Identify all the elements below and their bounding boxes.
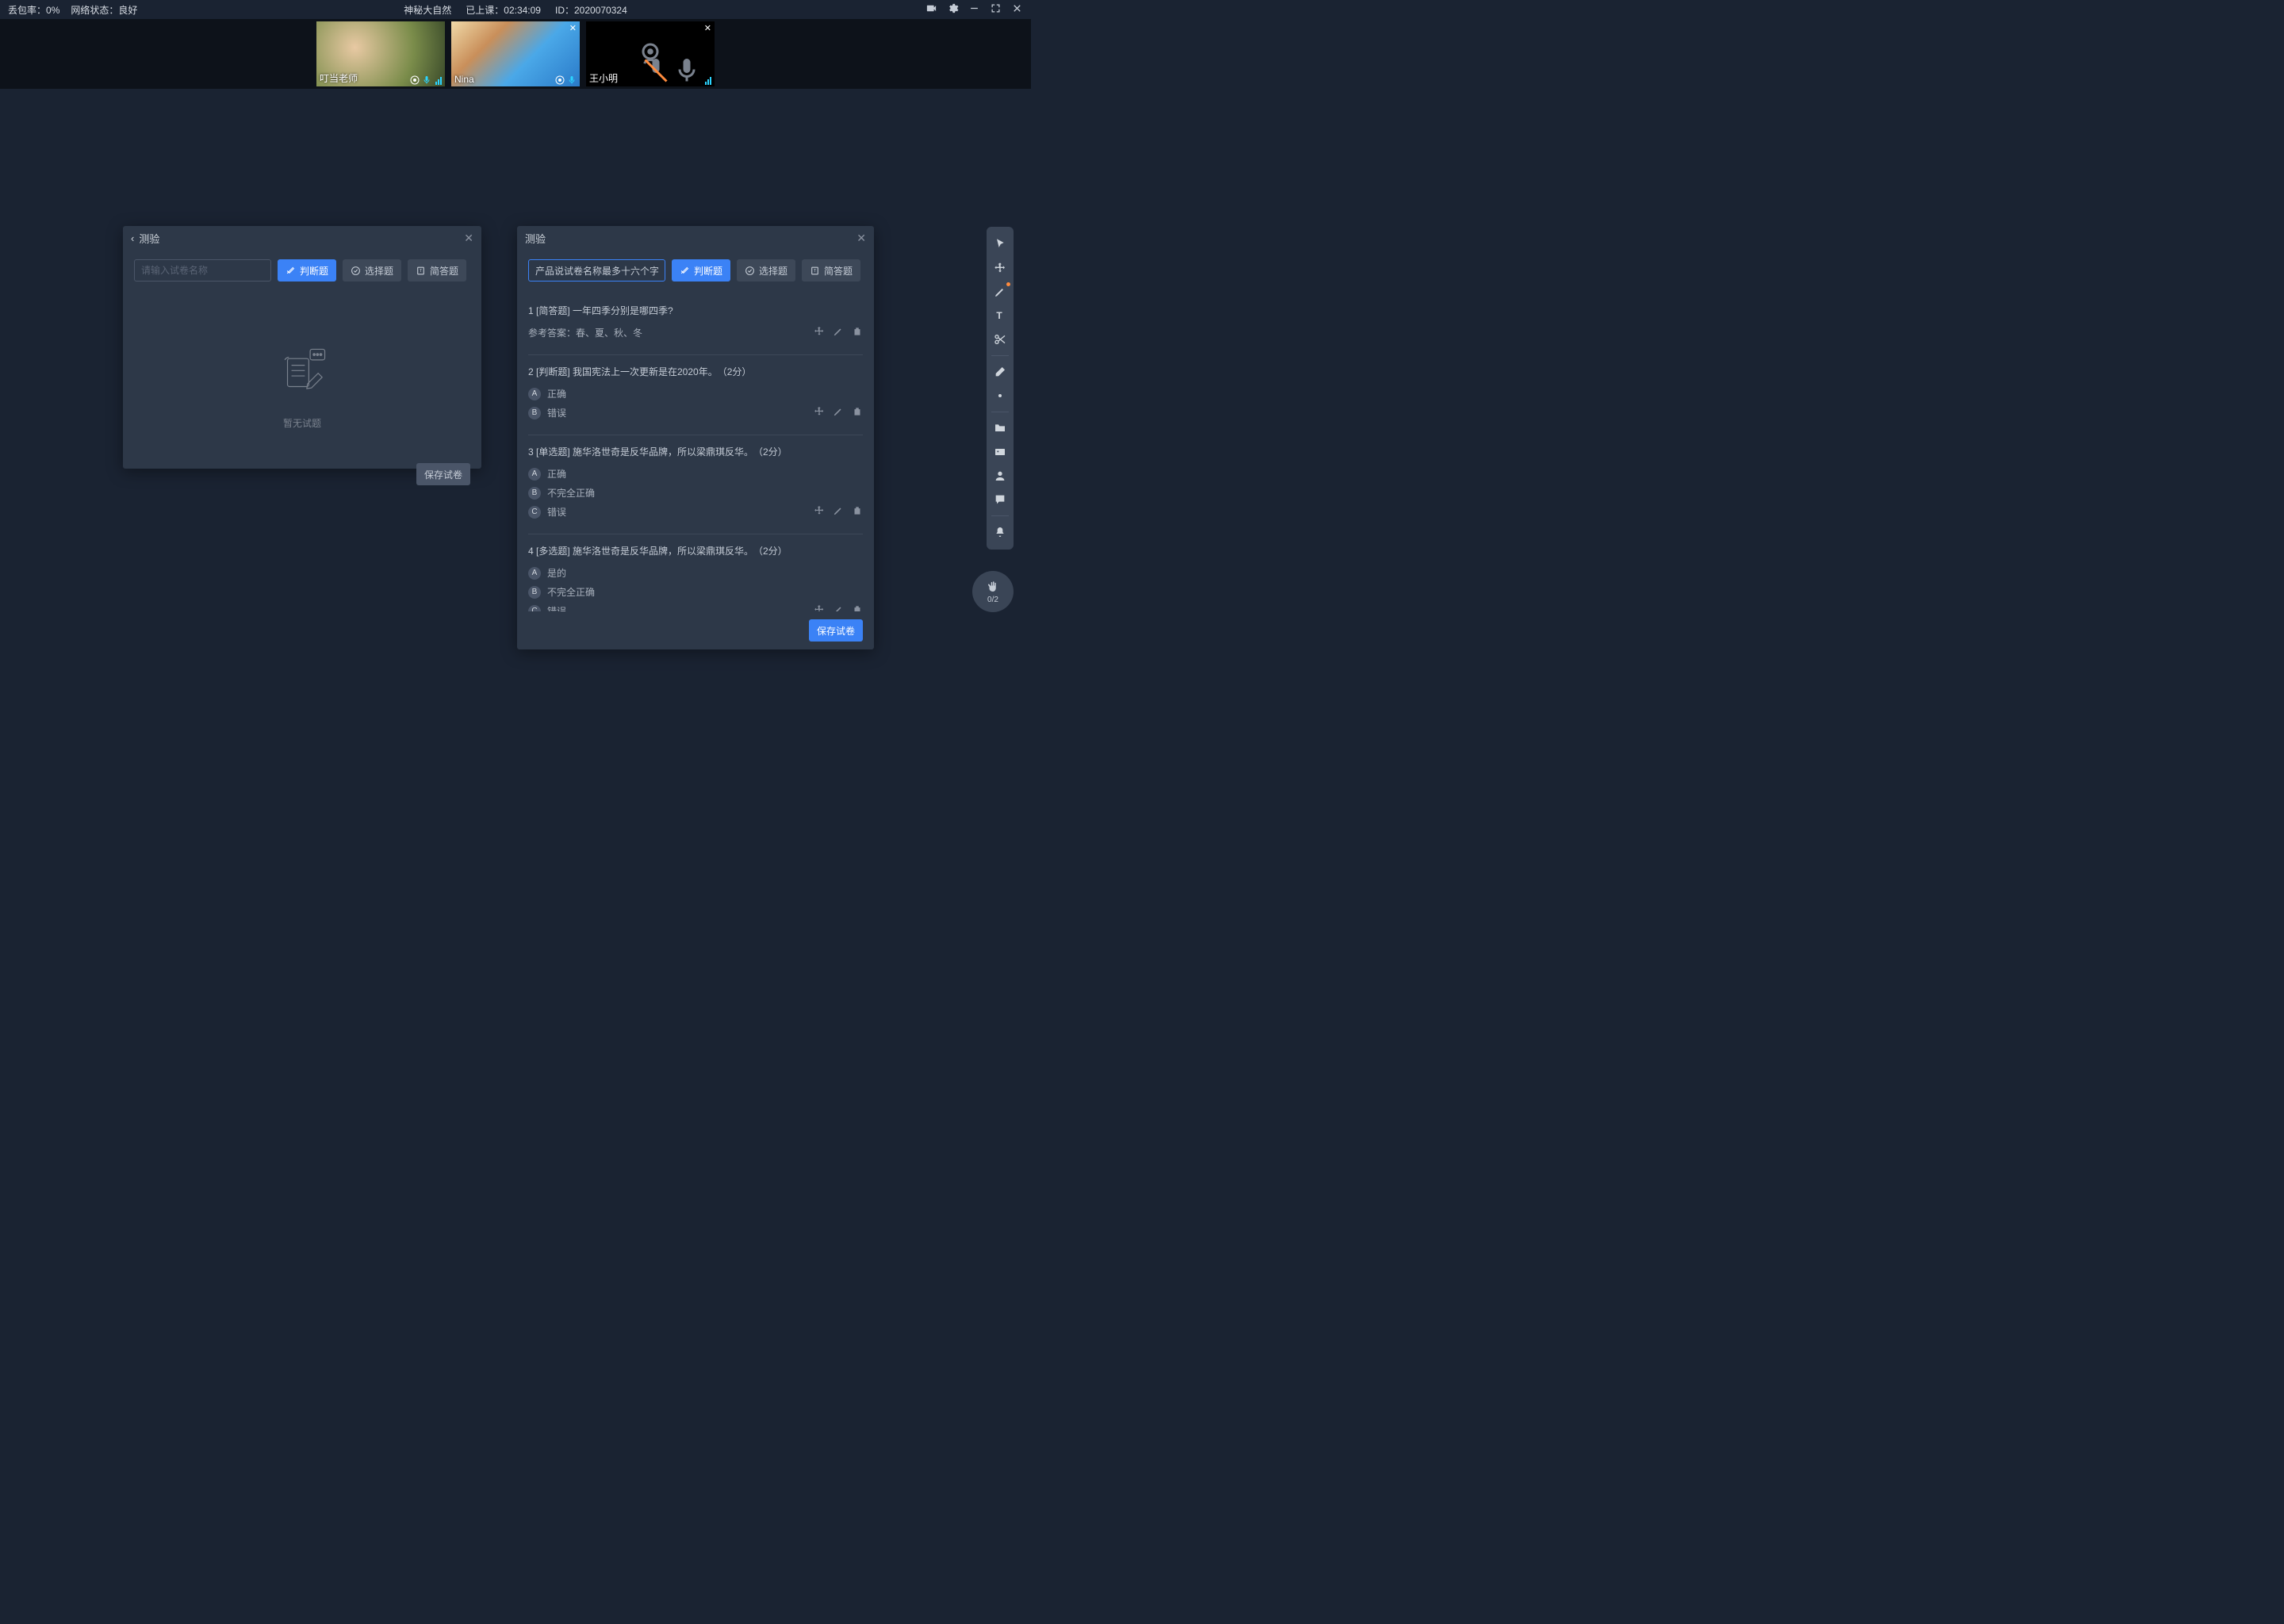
tab-short-button[interactable]: T 简答题 bbox=[802, 259, 860, 282]
move-tool[interactable] bbox=[989, 257, 1011, 279]
record-icon bbox=[410, 75, 420, 85]
hand-icon bbox=[986, 580, 1000, 594]
tile-close-icon[interactable]: ✕ bbox=[569, 23, 577, 33]
delete-icon[interactable] bbox=[852, 406, 863, 417]
tab-judge-button[interactable]: 判断题 bbox=[278, 259, 336, 282]
quiz-name-input[interactable] bbox=[528, 259, 665, 282]
question-item: 3 [单选题] 施华洛世奇是反华品牌，所以梁鼎琪反华。 （2分） A正确 B不完全正… bbox=[528, 435, 863, 534]
pointer-tool[interactable] bbox=[989, 233, 1011, 255]
empty-state: 暂无试题 bbox=[134, 291, 470, 446]
mic-icon bbox=[422, 75, 431, 85]
tab-choice-button[interactable]: 选择题 bbox=[737, 259, 795, 282]
mic-icon bbox=[567, 75, 577, 85]
minimize-icon[interactable] bbox=[968, 2, 980, 17]
delete-icon[interactable] bbox=[852, 505, 863, 516]
question-item: 4 [多选题] 施华洛世奇是反华品牌，所以梁鼎琪反华。 （2分） A是的 B不完全正… bbox=[528, 534, 863, 611]
question-option[interactable]: C错误 bbox=[528, 505, 566, 519]
question-item: 2 [判断题] 我国宪法上一次更新是在2020年。 （2分） A正确 B错误 bbox=[528, 355, 863, 435]
question-option[interactable]: B不完全正确 bbox=[528, 486, 863, 500]
session-id: ID：2020070324 bbox=[555, 3, 627, 17]
question-option[interactable]: B不完全正确 bbox=[528, 585, 863, 599]
question-option[interactable]: A正确 bbox=[528, 467, 863, 481]
tools-sidebar: T bbox=[987, 227, 1014, 550]
course-title: 神秘大自然 bbox=[404, 3, 451, 17]
save-quiz-button[interactable]: 保存试卷 bbox=[809, 619, 863, 642]
video-tile-student[interactable]: ✕ 王小明 bbox=[586, 21, 715, 86]
participant-name: 王小明 bbox=[589, 71, 618, 85]
question-title: 3 [单选题] 施华洛世奇是反华品牌，所以梁鼎琪反华。 （2分） bbox=[528, 445, 863, 459]
tab-judge-button[interactable]: 判断题 bbox=[672, 259, 730, 282]
back-icon[interactable]: ‹ bbox=[131, 232, 134, 244]
delete-icon[interactable] bbox=[852, 604, 863, 611]
panel-close-icon[interactable]: ✕ bbox=[856, 232, 866, 245]
quiz-name-input[interactable] bbox=[134, 259, 271, 282]
edit-icon[interactable] bbox=[833, 326, 844, 337]
mic-icon bbox=[673, 56, 701, 85]
svg-text:T: T bbox=[814, 269, 817, 274]
person-tool[interactable] bbox=[989, 465, 1011, 487]
question-list[interactable]: 1 [简答题] 一年四季分别是哪四季? 参考答案：春、夏、秋、冬 2 [判断题] … bbox=[517, 294, 874, 611]
pen-tool[interactable] bbox=[989, 281, 1011, 303]
question-title: 4 [多选题] 施华洛世奇是反华品牌，所以梁鼎琪反华。 （2分） bbox=[528, 544, 863, 558]
eraser-tool[interactable] bbox=[989, 361, 1011, 383]
svg-text:T: T bbox=[996, 310, 1002, 321]
signal-bars-icon bbox=[705, 77, 711, 85]
question-item: 1 [简答题] 一年四季分别是哪四季? 参考答案：春、夏、秋、冬 bbox=[528, 294, 863, 355]
panel-title: 测验 bbox=[139, 231, 159, 246]
delete-icon[interactable] bbox=[852, 326, 863, 337]
raise-hand-badge[interactable]: 0/2 bbox=[972, 571, 1014, 612]
camera-toggle-icon[interactable] bbox=[925, 2, 937, 17]
question-option[interactable]: C错误 bbox=[528, 604, 566, 611]
video-tile-student[interactable]: ✕ Nina bbox=[451, 21, 580, 86]
svg-text:T: T bbox=[420, 269, 423, 274]
video-strip: 叮当老师 ✕ Nina ✕ 王小明 bbox=[0, 19, 1031, 89]
quiz-editor-panel: 测验 ✕ 判断题 选择题 T 简答题 1 [简答题] 一年四季分别是哪四季? 参考… bbox=[517, 226, 874, 649]
question-option[interactable]: A正确 bbox=[528, 387, 863, 400]
participant-name: Nina bbox=[454, 74, 474, 85]
top-status-bar: 丢包率：0% 网络状态：良好 神秘大自然 已上课：02:34:09 ID：202… bbox=[0, 0, 1031, 19]
question-option[interactable]: A是的 bbox=[528, 566, 863, 580]
panel-close-icon[interactable]: ✕ bbox=[464, 232, 473, 245]
question-option[interactable]: B错误 bbox=[528, 406, 566, 419]
hand-count: 0/2 bbox=[987, 596, 998, 604]
drag-icon[interactable] bbox=[814, 406, 825, 417]
brightness-tool[interactable] bbox=[989, 385, 1011, 407]
drag-icon[interactable] bbox=[814, 505, 825, 516]
fullscreen-icon[interactable] bbox=[990, 2, 1002, 17]
close-icon[interactable] bbox=[1011, 2, 1023, 17]
panel-title: 测验 bbox=[525, 231, 546, 246]
scissors-tool[interactable] bbox=[989, 328, 1011, 350]
chat-tool[interactable] bbox=[989, 488, 1011, 511]
tab-choice-button[interactable]: 选择题 bbox=[343, 259, 401, 282]
question-answer: 参考答案：春、夏、秋、冬 bbox=[528, 326, 642, 339]
network-status: 网络状态：良好 bbox=[71, 3, 137, 17]
mic-muted-icon bbox=[642, 56, 670, 85]
record-icon bbox=[555, 75, 565, 85]
media-tool[interactable] bbox=[989, 441, 1011, 463]
empty-text: 暂无试题 bbox=[283, 416, 321, 430]
packet-loss: 丢包率：0% bbox=[8, 3, 59, 17]
save-quiz-button[interactable]: 保存试卷 bbox=[416, 463, 470, 485]
signal-bars-icon bbox=[435, 77, 442, 85]
edit-icon[interactable] bbox=[833, 604, 844, 611]
drag-icon[interactable] bbox=[814, 326, 825, 337]
quiz-empty-panel: ‹ 测验 ✕ 判断题 选择题 T 简答题 bbox=[123, 226, 481, 469]
question-title: 2 [判断题] 我国宪法上一次更新是在2020年。 （2分） bbox=[528, 365, 863, 379]
class-duration: 已上课：02:34:09 bbox=[466, 3, 541, 17]
edit-icon[interactable] bbox=[833, 406, 844, 417]
participant-name: 叮当老师 bbox=[320, 71, 358, 85]
question-title: 1 [简答题] 一年四季分别是哪四季? bbox=[528, 304, 863, 318]
empty-quiz-icon bbox=[269, 339, 335, 405]
text-tool[interactable]: T bbox=[989, 304, 1011, 327]
settings-icon[interactable] bbox=[947, 2, 959, 17]
drag-icon[interactable] bbox=[814, 604, 825, 611]
edit-icon[interactable] bbox=[833, 505, 844, 516]
video-tile-teacher[interactable]: 叮当老师 bbox=[316, 21, 445, 86]
tab-short-button[interactable]: T 简答题 bbox=[408, 259, 466, 282]
folder-tool[interactable] bbox=[989, 417, 1011, 439]
bell-tool[interactable] bbox=[989, 521, 1011, 543]
tile-close-icon[interactable]: ✕ bbox=[704, 23, 711, 33]
